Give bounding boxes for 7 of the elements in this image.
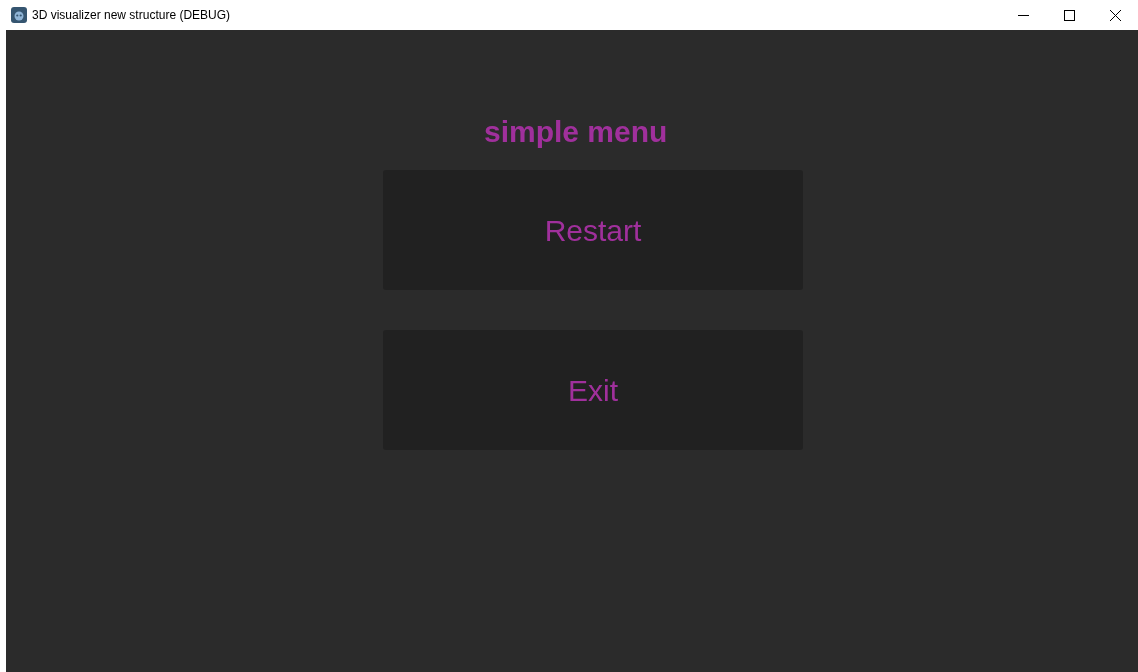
maximize-icon (1063, 9, 1075, 21)
menu-button[interactable]: Restart (383, 170, 803, 290)
menu-button[interactable]: Exit (383, 330, 803, 450)
menu-title: simple menu (484, 114, 668, 150)
app-icon (11, 7, 27, 23)
close-icon (1109, 9, 1121, 21)
window-title: 3D visualizer new structure (DEBUG) (32, 7, 231, 24)
